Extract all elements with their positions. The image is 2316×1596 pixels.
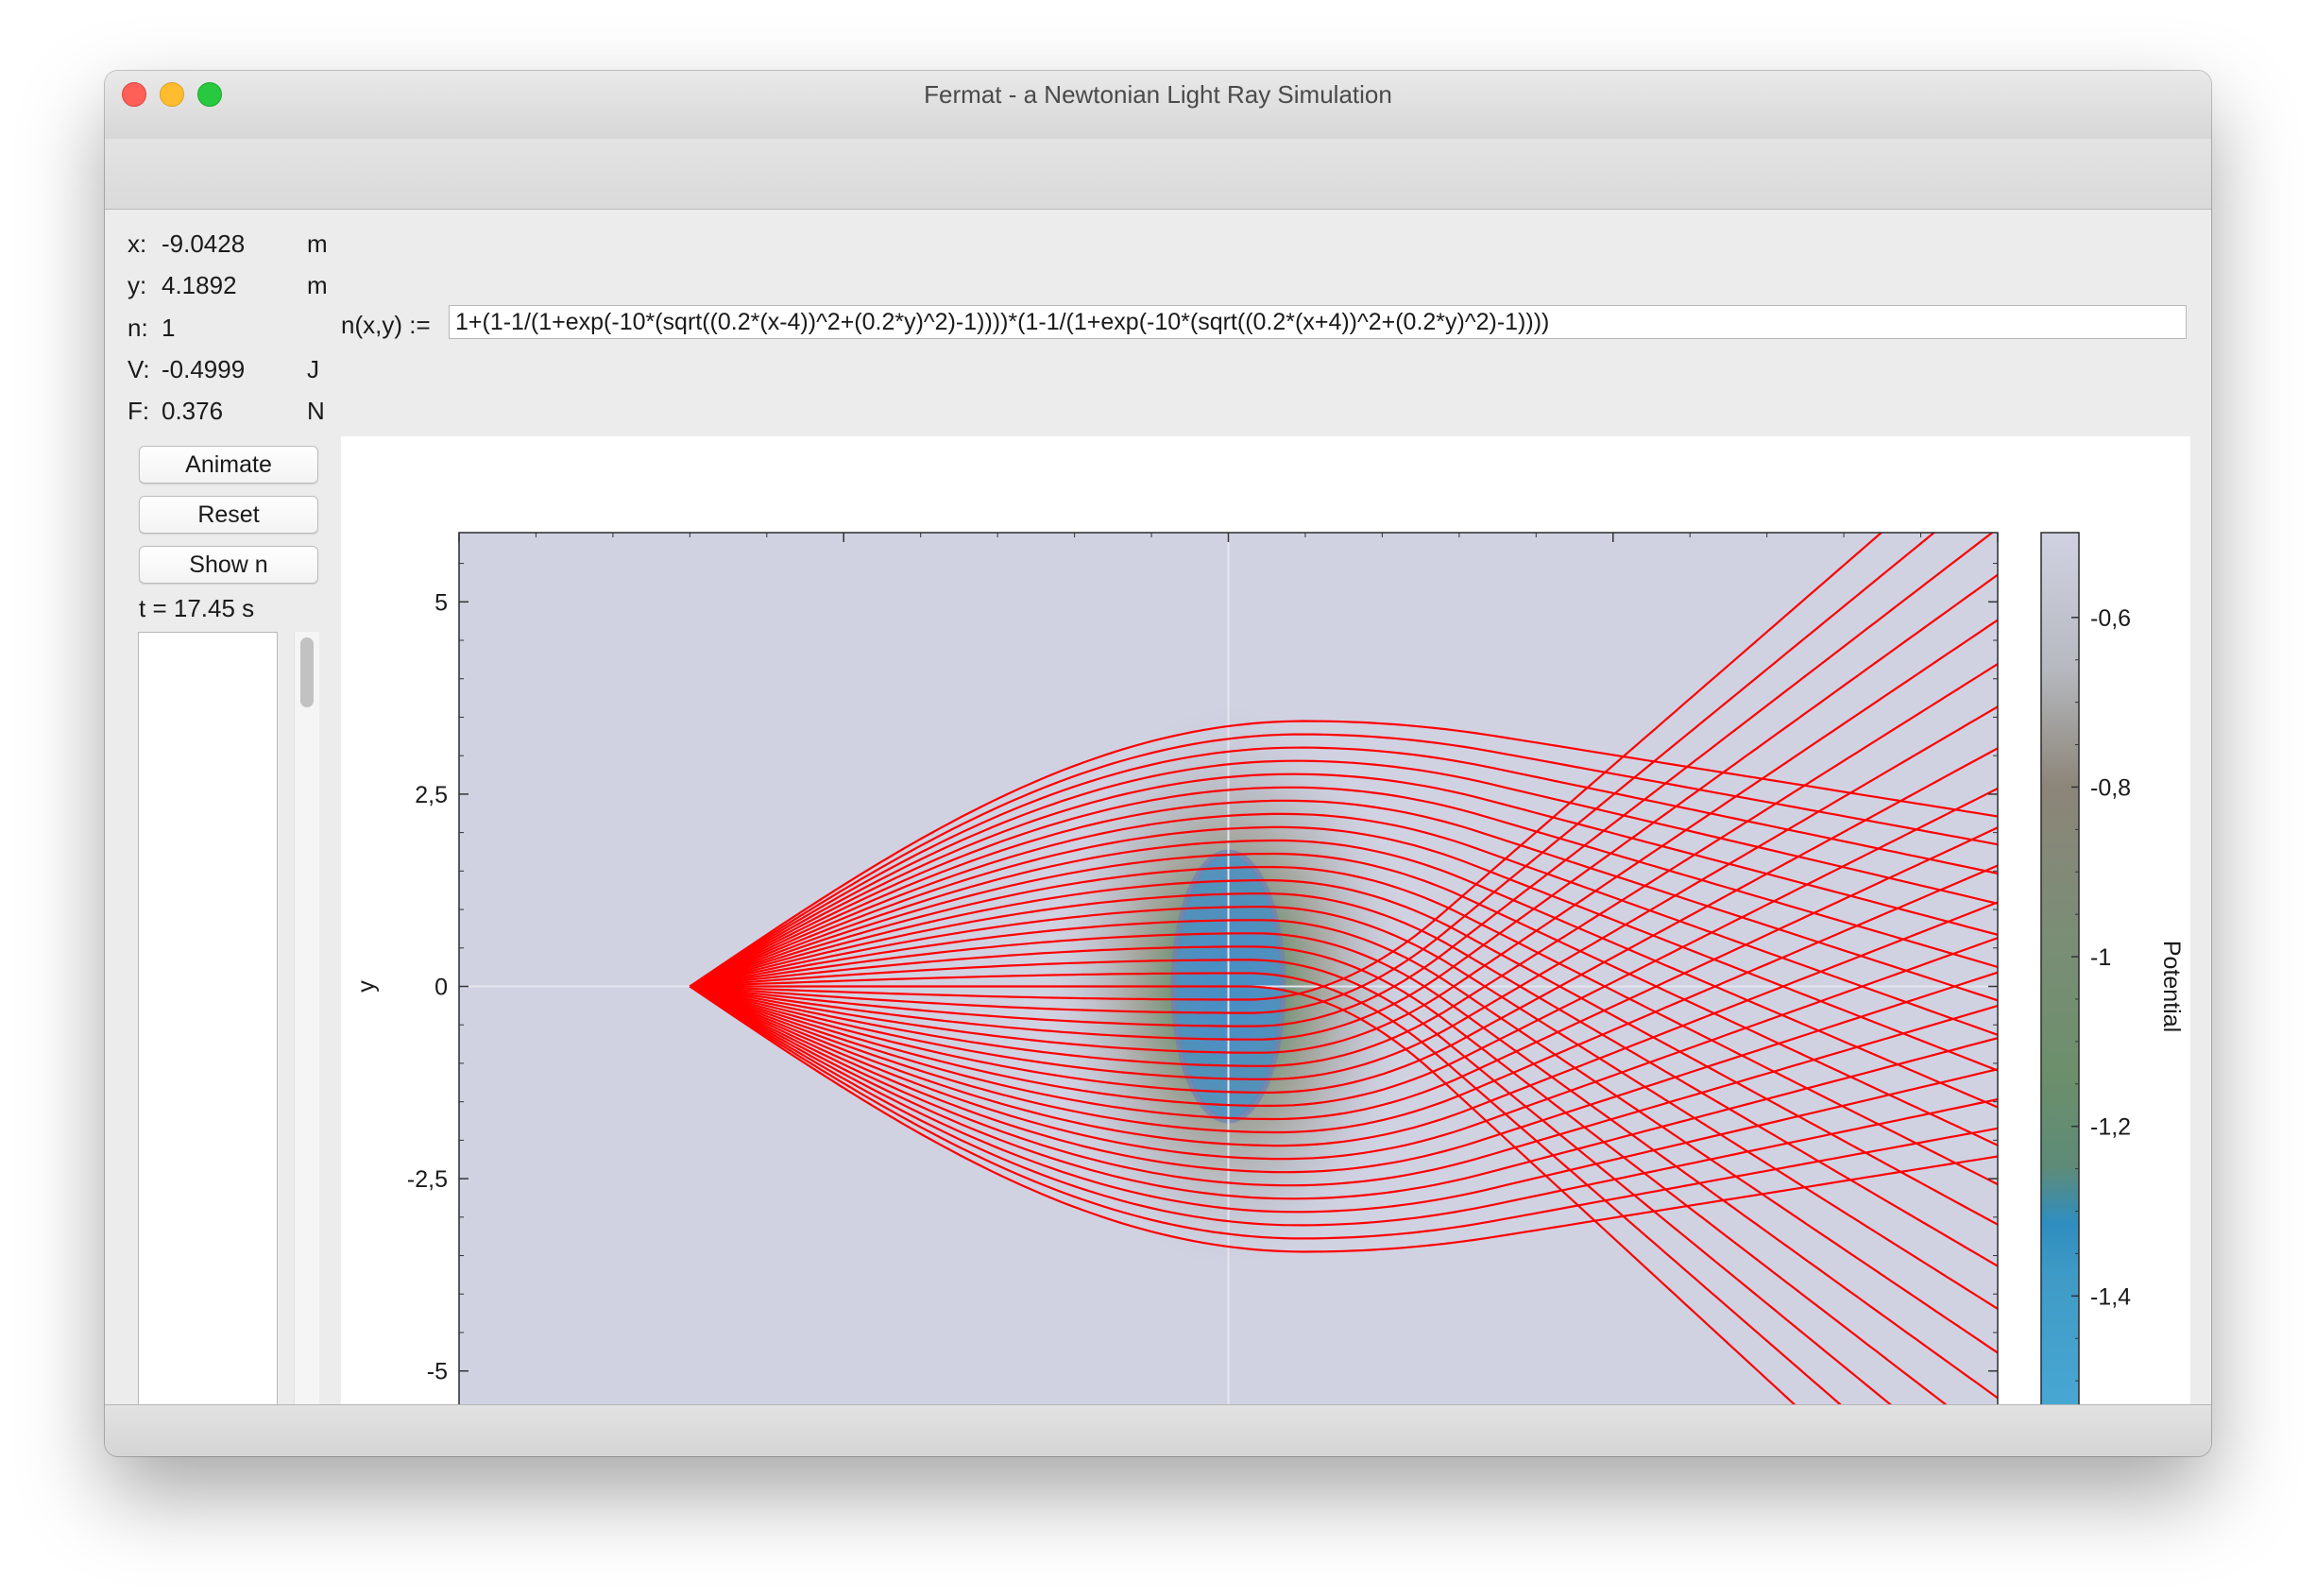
colorbar-tick-label: -1,2	[2090, 1114, 2131, 1141]
readout-v-value: -0.4999	[162, 355, 246, 383]
ray-plot[interactable]: -10-5051052,50-2,5-5xy-0,6-0,8-1-1,2-1,4…	[341, 436, 2190, 1456]
formula-label: n(x,y) :=	[341, 311, 431, 339]
output-list-scrollbar[interactable]	[294, 632, 319, 1453]
colorbar-tick-label: -1,4	[2090, 1283, 2131, 1310]
colorbar: -0,6 -0,8 -1 -1,2 -1,4 Potential	[2040, 532, 2185, 1441]
colorbar-tick-label: -0,8	[2090, 774, 2131, 801]
readout-x-value: -9.0428	[162, 229, 246, 258]
main-content: x: -9.0428 m y: 4.1892 m n: 1 V: -0.4999…	[105, 139, 2211, 1456]
readout-n-label: n:	[128, 314, 148, 342]
y-tick-label: 0	[434, 975, 448, 1001]
readout-f-unit: N	[307, 397, 325, 425]
reset-button[interactable]: Reset	[139, 496, 318, 534]
readout-x-unit: m	[307, 229, 328, 258]
y-tick-label: 5	[434, 589, 448, 616]
animate-button[interactable]: Animate	[139, 446, 318, 484]
colorbar-tick-label: -0,6	[2090, 605, 2131, 632]
app-window: Fermat - a Newtonian Light Ray Simulatio…	[105, 71, 2211, 1456]
colorbar-label: Potential	[2158, 941, 2185, 1032]
time-label: t = 17.45 s	[139, 594, 255, 622]
readout-y-unit: m	[307, 271, 328, 299]
readout-x-label: x:	[128, 229, 147, 258]
formula-input[interactable]: 1+(1-1/(1+exp(-10*(sqrt((0.2*(x-4))^2+(0…	[449, 305, 2187, 339]
y-tick-label: -5	[427, 1359, 448, 1385]
readout-v-label: V:	[128, 355, 150, 383]
colorbar-scale	[2040, 532, 2080, 1441]
readout-y-label: y:	[128, 271, 147, 299]
title-bar[interactable]: Fermat - a Newtonian Light Ray Simulatio…	[105, 71, 2211, 140]
y-tick-label: 2,5	[415, 782, 448, 808]
readout-n-value: 1	[162, 314, 176, 342]
y-tick-label: -2,5	[407, 1166, 448, 1193]
window-title: Fermat - a Newtonian Light Ray Simulatio…	[924, 80, 1392, 109]
scrollbar-thumb[interactable]	[300, 637, 314, 707]
status-bar	[105, 1404, 2211, 1456]
show-n-button[interactable]: Show n	[139, 546, 318, 584]
readout-y-value: 4.1892	[162, 271, 237, 299]
output-list[interactable]	[138, 632, 278, 1453]
readout-v-unit: J	[307, 355, 319, 383]
colorbar-tick-label: -1	[2090, 944, 2111, 971]
y-axis-label: y	[353, 980, 380, 993]
readout-f-value: 0.376	[162, 397, 224, 425]
plot-panel[interactable]: -10-5051052,50-2,5-5xy-0,6-0,8-1-1,2-1,4…	[341, 436, 2190, 1456]
readout-f-label: F:	[128, 397, 150, 425]
